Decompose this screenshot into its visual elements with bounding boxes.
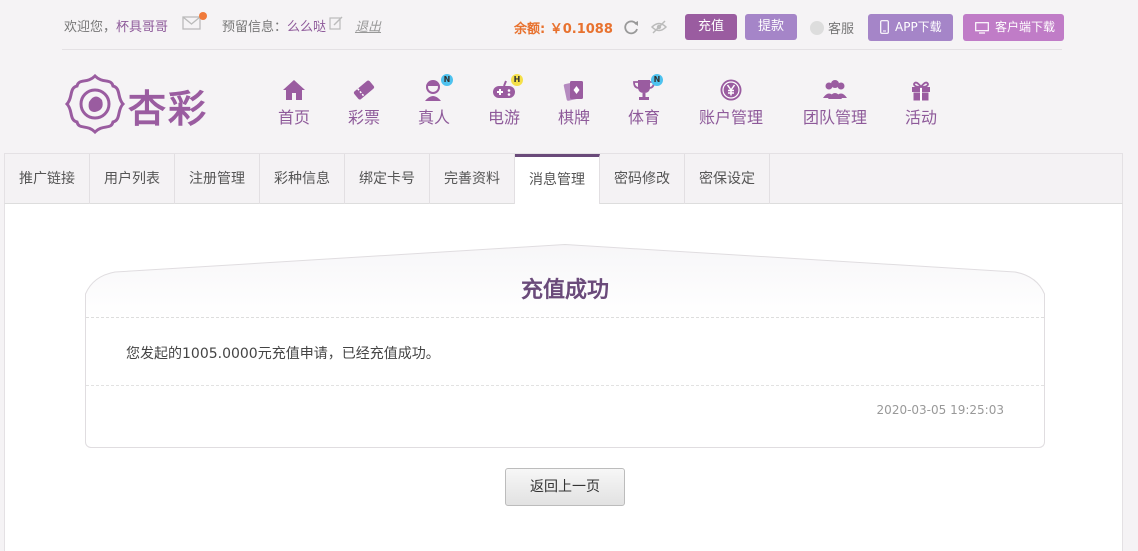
back-button[interactable]: 返回上一页 [505, 468, 625, 506]
topbar-divider [62, 49, 1062, 50]
top-bar: 欢迎您，杯具哥哥 预留信息：么么哒 退出 余额: ￥0.1088 充值 提款 客… [0, 0, 1138, 50]
tab-message-manage[interactable]: 消息管理 [515, 154, 600, 205]
edit-icon[interactable] [329, 16, 343, 30]
nav-live[interactable]: N 真人 [415, 74, 453, 128]
tab-user-list[interactable]: 用户列表 [90, 154, 175, 204]
new-badge: N [441, 74, 453, 86]
hot-badge: H [511, 74, 523, 86]
message-text: 您发起的1005.0000元充值申请，已经充值成功。 [126, 346, 440, 362]
nav-chess[interactable]: 棋牌 [555, 78, 593, 128]
new-badge: N [651, 74, 663, 86]
logo-text: 杏彩 [128, 86, 209, 131]
nav-label: 真人 [417, 108, 450, 127]
service-label: 客服 [828, 22, 855, 37]
logout-link[interactable]: 退出 [355, 16, 381, 35]
message-title: 充值成功 [520, 278, 609, 303]
monitor-icon [975, 22, 989, 34]
app-download-label: APP下载 [895, 20, 942, 34]
trophy-icon-wrap: N [631, 74, 663, 102]
nav-label: 棋牌 [557, 108, 590, 127]
divider [86, 385, 1044, 386]
tab-password-change[interactable]: 密码修改 [600, 154, 685, 204]
nav-egame[interactable]: H 电游 [485, 74, 523, 128]
nav-home[interactable]: 首页 [275, 78, 313, 128]
service-avatar-icon [810, 21, 824, 35]
gift-icon [912, 81, 930, 101]
nav-label: 体育 [627, 108, 660, 127]
welcome-prefix: 欢迎您， [64, 20, 117, 35]
gamepad-icon-wrap: H [491, 74, 523, 102]
tab-lottery-info[interactable]: 彩种信息 [260, 154, 345, 204]
nav-label: 电游 [487, 108, 520, 127]
nav-label: 首页 [277, 108, 310, 127]
nav-account[interactable]: 账户管理 [695, 78, 767, 128]
yen-coin-icon [720, 79, 742, 101]
reserve-info: 预留信息：么么哒 [222, 16, 326, 35]
nav-label: 团队管理 [802, 108, 867, 127]
ticket-icon [353, 80, 375, 100]
tab-security-question[interactable]: 密保设定 [685, 154, 770, 204]
reserve-label: 预留信息： [222, 20, 288, 35]
username: 杯具哥哥 [116, 20, 169, 35]
tab-promo-link[interactable]: 推广链接 [5, 154, 90, 204]
tab-bind-card[interactable]: 绑定卡号 [345, 154, 430, 204]
divider [86, 317, 1044, 318]
balance: 余额: ￥0.1088 [514, 22, 613, 37]
nav-sports[interactable]: N 体育 [625, 74, 663, 128]
nav-lottery[interactable]: 彩票 [345, 78, 383, 128]
recharge-button[interactable]: 充值 [685, 14, 737, 40]
eye-hide-icon[interactable] [650, 18, 668, 36]
nav-label: 活动 [904, 108, 937, 127]
message-card: 充值成功 您发起的1005.0000元充值申请，已经充值成功。 2020-03-… [85, 244, 1045, 448]
message-body: 您发起的1005.0000元充值申请，已经充值成功。 2020-03-05 19… [85, 317, 1045, 448]
customer-service-link[interactable]: 客服 [810, 18, 854, 37]
nav-label: 账户管理 [698, 108, 763, 127]
dealer-icon-wrap: N [421, 74, 453, 102]
nav-label: 彩票 [347, 108, 380, 127]
app-download-button[interactable]: APP下载 [868, 14, 953, 41]
tab-complete-profile[interactable]: 完善资料 [430, 154, 515, 204]
reserve-value: 么么哒 [287, 20, 327, 35]
refresh-icon[interactable] [622, 18, 640, 36]
phone-icon [880, 20, 889, 34]
tab-register-manage[interactable]: 注册管理 [175, 154, 260, 204]
team-icon [823, 80, 847, 99]
message-time: 2020-03-05 19:25:03 [876, 403, 1004, 417]
nav-team[interactable]: 团队管理 [799, 78, 871, 128]
welcome-text: 欢迎您，杯具哥哥 [64, 16, 168, 35]
withdraw-button[interactable]: 提款 [745, 14, 797, 40]
tab-bar: 推广链接 用户列表 注册管理 彩种信息 绑定卡号 完善资料 消息管理 密码修改 … [4, 153, 1123, 205]
main-content: 充值成功 您发起的1005.0000元充值申请，已经充值成功。 2020-03-… [4, 204, 1123, 551]
client-download-label: 客户端下载 [995, 20, 1056, 34]
home-icon [283, 80, 305, 100]
unread-dot [199, 12, 207, 20]
client-download-button[interactable]: 客户端下载 [963, 14, 1064, 41]
nav-activity[interactable]: 活动 [902, 78, 940, 128]
cards-icon [563, 81, 583, 101]
